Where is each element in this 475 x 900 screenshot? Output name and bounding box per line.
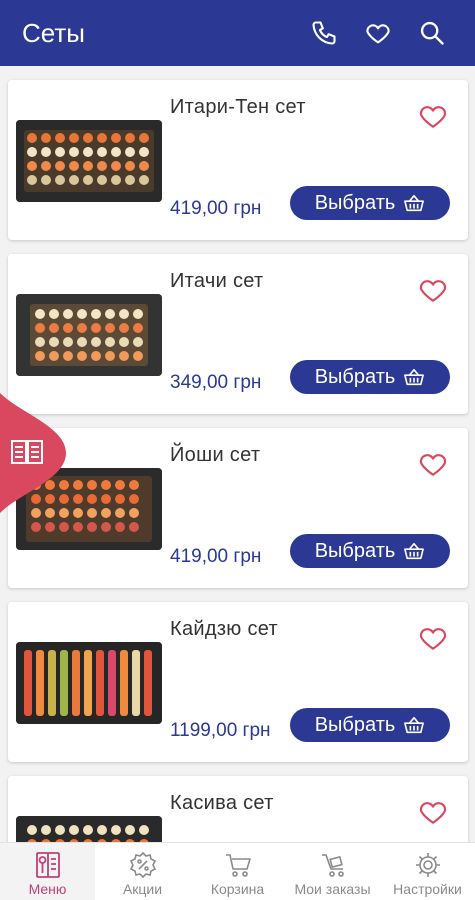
favorites-button[interactable] bbox=[351, 6, 405, 60]
product-price: 419,00 грн bbox=[170, 198, 262, 219]
choose-button-label: Выбрать bbox=[314, 539, 396, 562]
product-name: Итачи сет bbox=[170, 270, 264, 292]
nav-item-label: Корзина bbox=[210, 881, 265, 897]
side-menu-tab[interactable] bbox=[0, 393, 68, 513]
choose-button-label: Выбрать bbox=[314, 191, 396, 214]
nav-item-label: Акции bbox=[122, 881, 163, 897]
product-name: Йоши сет bbox=[170, 444, 261, 466]
product-price: 1199,00 грн bbox=[170, 720, 271, 741]
product-card[interactable]: Итачи сет 349,00 грн Выбрать bbox=[8, 254, 468, 414]
choose-button[interactable]: Выбрать bbox=[290, 360, 450, 394]
orders-icon bbox=[321, 854, 344, 877]
favorite-heart-icon[interactable] bbox=[416, 622, 450, 654]
basket-icon bbox=[404, 716, 425, 734]
discount-icon bbox=[129, 851, 156, 879]
search-button[interactable] bbox=[405, 6, 459, 60]
bottom-navigation: Меню Акции Корзина Мои заказы Настройки bbox=[0, 842, 475, 900]
product-card[interactable]: Итари-Тен сет 419,00 грн Выбрать bbox=[8, 80, 468, 240]
nav-item-label: Мои заказы bbox=[294, 881, 371, 897]
product-image bbox=[16, 294, 162, 376]
nav-item-menu[interactable]: Меню bbox=[0, 843, 95, 900]
nav-item-label: Меню bbox=[28, 881, 67, 897]
favorite-heart-icon[interactable] bbox=[416, 448, 450, 480]
choose-button-label: Выбрать bbox=[314, 713, 396, 736]
product-image bbox=[16, 816, 162, 842]
choose-button[interactable]: Выбрать bbox=[290, 534, 450, 568]
basket-icon bbox=[404, 368, 425, 386]
favorite-heart-icon[interactable] bbox=[416, 796, 450, 828]
product-card[interactable]: Касива сет bbox=[8, 776, 468, 842]
choose-button[interactable]: Выбрать bbox=[290, 186, 450, 220]
phone-icon bbox=[312, 21, 336, 45]
menu-icon bbox=[35, 852, 60, 878]
choose-button[interactable]: Выбрать bbox=[290, 708, 450, 742]
nav-item-cart[interactable]: Корзина bbox=[190, 843, 285, 900]
nav-item-orders[interactable]: Мои заказы bbox=[285, 843, 380, 900]
gear-icon bbox=[415, 853, 440, 877]
basket-icon bbox=[404, 542, 425, 560]
app-bar: Сеты bbox=[0, 0, 475, 66]
product-price: 349,00 грн bbox=[170, 372, 262, 393]
cart-icon bbox=[225, 854, 251, 877]
choose-button-label: Выбрать bbox=[314, 365, 396, 388]
phone-button[interactable] bbox=[297, 6, 351, 60]
product-card[interactable]: Кайдзю сет 1199,00 грн Выбрать bbox=[8, 602, 468, 762]
product-name: Кайдзю сет bbox=[170, 618, 278, 640]
product-image bbox=[16, 120, 162, 202]
product-image bbox=[16, 642, 162, 724]
search-icon bbox=[420, 21, 444, 45]
nav-item-label: Настройки bbox=[393, 881, 462, 897]
heart-icon bbox=[366, 24, 390, 44]
page-title: Сеты bbox=[22, 17, 85, 48]
favorite-heart-icon[interactable] bbox=[416, 100, 450, 132]
product-card[interactable]: Йоши сет 419,00 грн Выбрать bbox=[8, 428, 468, 588]
favorite-heart-icon[interactable] bbox=[416, 274, 450, 306]
basket-icon bbox=[404, 194, 425, 212]
nav-item-settings[interactable]: Настройки bbox=[380, 843, 475, 900]
nav-item-promotions[interactable]: Акции bbox=[95, 843, 190, 900]
product-price: 419,00 грн bbox=[170, 546, 262, 567]
product-name: Касива сет bbox=[170, 792, 274, 814]
product-name: Итари-Тен сет bbox=[170, 96, 306, 118]
product-list[interactable]: Итари-Тен сет 419,00 грн Выбрать Итачи с… bbox=[0, 66, 475, 842]
